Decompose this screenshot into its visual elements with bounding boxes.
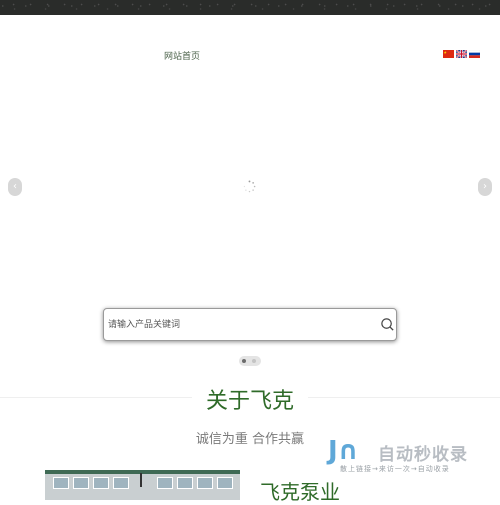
uk-flag-icon[interactable] — [456, 50, 467, 58]
watermark-tagline: 散上链接→来访一次→自动收录 — [340, 465, 450, 473]
search-icon[interactable] — [380, 317, 395, 332]
slider-dot-2[interactable] — [252, 359, 256, 363]
company-building-photo — [45, 470, 240, 500]
company-name-heading: 飞克泵业 — [260, 480, 340, 504]
nav-home-link[interactable]: 网站首页 — [164, 49, 200, 62]
slider-next-button[interactable]: › — [478, 178, 492, 196]
about-section-title: 关于飞克 — [205, 389, 294, 414]
search-input[interactable] — [108, 309, 368, 340]
top-banner-strip — [0, 0, 500, 15]
watermark-logo-icon: J∩ — [328, 436, 359, 466]
slider-pagination — [239, 356, 261, 366]
chevron-left-icon: ‹ — [13, 181, 17, 192]
product-search-box — [103, 308, 397, 341]
chinese-flag-icon[interactable] — [443, 50, 454, 58]
loading-spinner-icon — [243, 180, 256, 193]
russia-flag-icon[interactable] — [469, 50, 480, 58]
slider-dot-1[interactable] — [242, 359, 246, 363]
watermark-title: 自动秒收录 — [378, 445, 468, 465]
slider-prev-button[interactable]: ‹ — [8, 178, 22, 196]
watermark-badge: J∩ 自动秒收录 散上链接→来访一次→自动收录 — [328, 436, 488, 480]
chevron-right-icon: › — [483, 181, 487, 192]
language-switcher — [443, 50, 480, 58]
